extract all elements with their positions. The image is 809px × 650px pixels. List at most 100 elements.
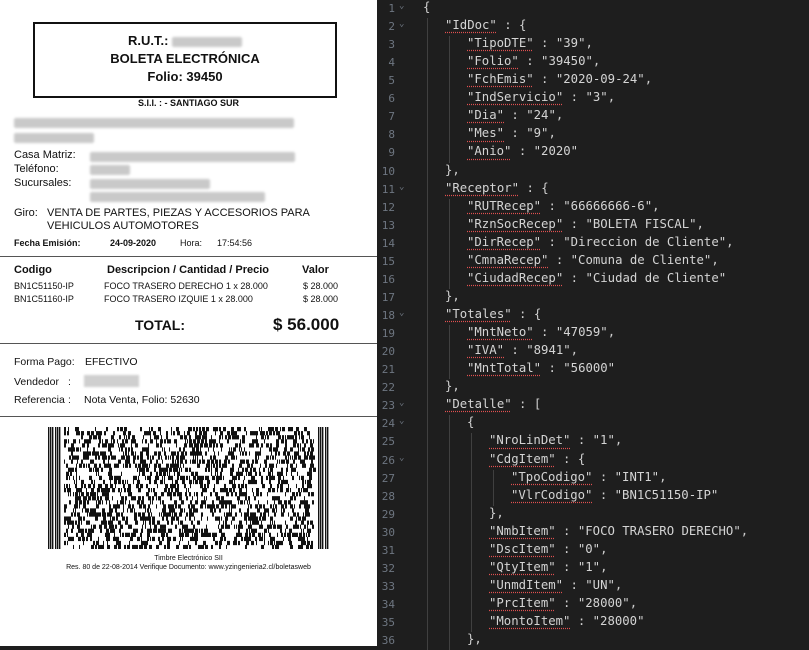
code-line[interactable]: "PrcItem" : "28000", — [489, 596, 637, 610]
barcode-module — [225, 455, 228, 460]
barcode-module — [183, 463, 184, 468]
barcode-module — [197, 463, 200, 468]
fold-chevron-icon[interactable]: ⌄ — [399, 416, 404, 426]
code-line[interactable]: "FchEmis" : "2020-09-24", — [467, 72, 652, 86]
barcode-module — [235, 443, 237, 448]
line-number: 35 — [381, 616, 395, 630]
code-line[interactable]: "CmnaRecep" : "Comuna de Cliente", — [467, 253, 719, 267]
barcode-module — [231, 455, 234, 460]
barcode-module — [203, 431, 206, 436]
barcode-module — [66, 528, 68, 533]
code-line[interactable]: "IdDoc" : { — [445, 18, 526, 32]
fold-chevron-icon[interactable]: ⌄ — [399, 308, 404, 318]
barcode-module — [190, 459, 191, 464]
code-line[interactable]: { — [467, 415, 474, 429]
fold-chevron-icon[interactable]: ⌄ — [399, 398, 404, 408]
barcode-module — [106, 528, 109, 533]
barcode-module — [239, 443, 241, 448]
barcode-module — [285, 443, 287, 448]
fold-chevron-icon[interactable]: ⌄ — [399, 1, 404, 11]
barcode-module — [113, 536, 116, 542]
code-line[interactable]: "RUTRecep" : "66666666-6", — [467, 199, 660, 213]
barcode-module — [225, 435, 227, 440]
code-line[interactable]: "DirRecep" : "Direccion de Cliente", — [467, 235, 734, 249]
barcode-module — [275, 504, 277, 509]
barcode-module — [145, 520, 146, 525]
code-line[interactable]: "TpoCodigo" : "INT1", — [511, 470, 666, 484]
code-line[interactable]: "CiudadRecep" : "Ciudad de Cliente" — [467, 271, 726, 285]
indent-guide — [449, 36, 450, 163]
code-line[interactable]: "MntTotal" : "56000" — [467, 361, 615, 375]
barcode-module — [214, 463, 215, 468]
fold-chevron-icon[interactable]: ⌄ — [399, 19, 404, 29]
json-editor-pane[interactable]: { "IdDoc" : { "TipoDTE" : "39", "Folio" : "… — [377, 0, 809, 650]
code-line[interactable]: "VlrCodigo" : "BN1C51150-IP" — [511, 488, 718, 502]
code-line[interactable]: }, — [445, 379, 460, 393]
barcode-module — [111, 439, 112, 444]
code-line[interactable]: "QtyItem" : "1", — [489, 560, 607, 574]
code-line[interactable]: "DscItem" : "0", — [489, 542, 607, 556]
code-line[interactable]: { — [423, 0, 430, 14]
barcode-module — [201, 492, 203, 497]
barcode-module — [281, 483, 283, 489]
barcode-module — [226, 488, 228, 493]
barcode-module — [94, 435, 97, 440]
barcode-module — [287, 451, 290, 456]
barcode-module — [313, 463, 314, 468]
code-line[interactable]: "NroLinDet" : "1", — [489, 433, 622, 447]
barcode-module — [255, 536, 257, 542]
code-line[interactable]: }, — [445, 289, 460, 303]
code-line[interactable]: }, — [489, 506, 504, 520]
barcode-module — [290, 516, 293, 521]
barcode-module — [287, 463, 288, 468]
indent-guide — [427, 18, 428, 650]
code-line[interactable]: }, — [445, 163, 460, 177]
barcode-module — [298, 524, 299, 529]
barcode-module — [253, 467, 256, 472]
barcode-module — [185, 439, 186, 444]
line-number: 2 — [388, 20, 395, 34]
code-line[interactable]: "IVA" : "8941", — [467, 343, 578, 357]
code-line[interactable]: "MontoItem" : "28000" — [489, 614, 644, 628]
fold-chevron-icon[interactable]: ⌄ — [399, 453, 404, 463]
barcode-module — [160, 500, 161, 505]
barcode-module — [117, 504, 120, 509]
barcode-module — [250, 479, 253, 485]
json-key: "FchEmis" — [467, 72, 534, 87]
barcode-module — [162, 475, 163, 481]
code-line[interactable]: "Mes" : "9", — [467, 126, 556, 140]
indent-guide — [471, 433, 472, 633]
barcode-module — [241, 459, 242, 464]
code-line[interactable]: "TipoDTE" : "39", — [467, 36, 593, 50]
barcode-module — [303, 512, 304, 517]
barcode-module — [190, 536, 193, 542]
code-line[interactable]: "UnmdItem" : "UN", — [489, 578, 622, 592]
barcode-module — [304, 447, 305, 452]
barcode-module — [110, 479, 111, 485]
barcode-module — [195, 528, 198, 533]
json-value: "9" — [526, 126, 549, 141]
code-line[interactable]: "NmbItem" : "FOCO TRASERO DERECHO", — [489, 524, 748, 538]
barcode-module — [305, 508, 306, 513]
code-line[interactable]: "Detalle" : [ — [445, 397, 541, 411]
code-line[interactable]: "Dia" : "24", — [467, 108, 563, 122]
barcode-module — [260, 447, 261, 452]
barcode-module — [79, 500, 82, 505]
code-line[interactable]: "RznSocRecep" : "BOLETA FISCAL", — [467, 217, 704, 231]
code-line[interactable]: }, — [467, 632, 482, 646]
code-line[interactable]: "IndServicio" : "3", — [467, 90, 615, 104]
code-line[interactable]: "Totales" : { — [445, 307, 541, 321]
barcode-module — [261, 520, 262, 525]
barcode-module — [48, 427, 50, 549]
json-punctuation: : — [533, 325, 556, 340]
code-line[interactable]: "MntNeto" : "47059", — [467, 325, 615, 339]
sucursales-label: Sucursales: — [14, 177, 72, 189]
fold-chevron-icon[interactable]: ⌄ — [399, 182, 404, 192]
code-line[interactable]: "Anio" : "2020" — [467, 144, 578, 158]
code-line[interactable]: "Folio" : "39450", — [467, 54, 600, 68]
barcode-module — [95, 427, 96, 432]
code-line[interactable]: "Receptor" : { — [445, 181, 549, 195]
barcode-module — [220, 471, 222, 476]
barcode-module — [298, 431, 300, 436]
code-line[interactable]: "CdgItem" : { — [489, 452, 585, 466]
